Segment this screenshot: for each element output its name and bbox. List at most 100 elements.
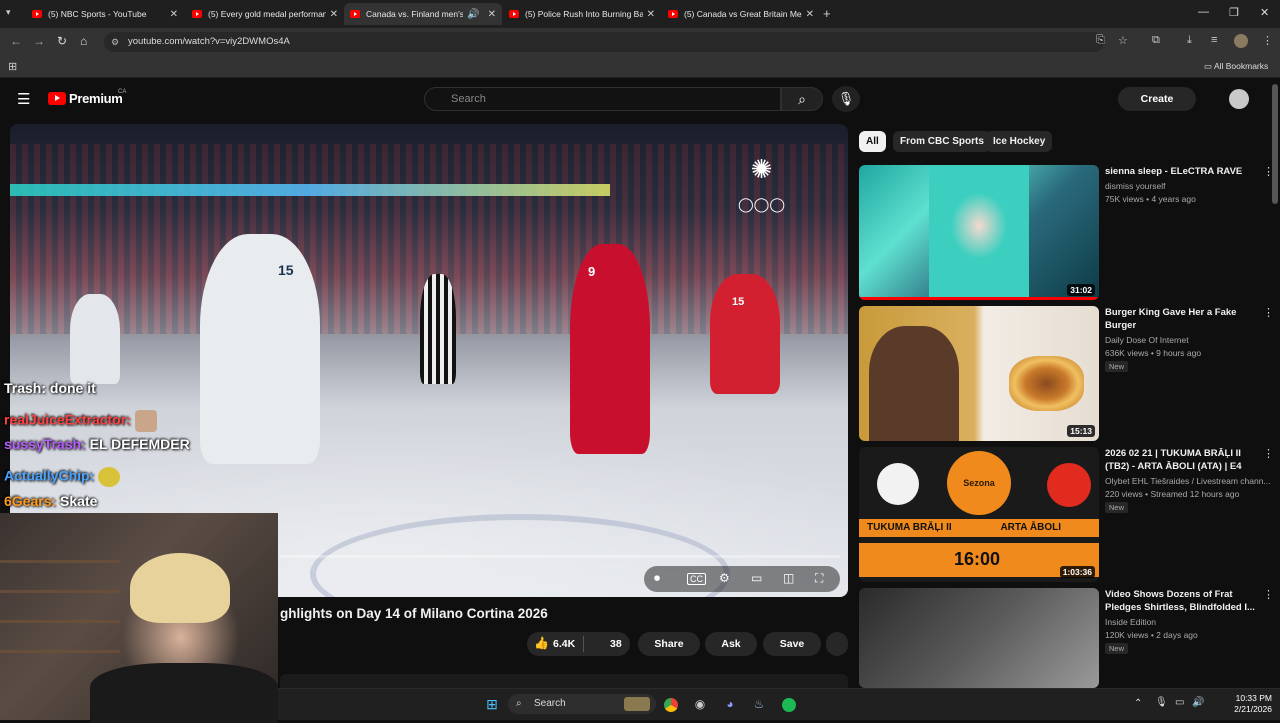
extensions-icon[interactable]: ⧉ <box>1152 34 1160 47</box>
captions-icon[interactable]: CC <box>687 573 706 585</box>
media-control-icon[interactable]: ≡ <box>1211 34 1217 46</box>
reload-icon[interactable]: ↻ <box>57 34 67 48</box>
apps-grid-icon[interactable]: ⊞ <box>8 60 17 73</box>
chat-message: realJuiceExtractor: <box>4 410 157 432</box>
chip-ice-hockey[interactable]: Ice Hockey <box>986 131 1053 152</box>
dislike-count[interactable]: 38 <box>610 638 622 650</box>
network-icon[interactable]: ▭ <box>1175 697 1184 708</box>
tray-chevron-icon[interactable]: ⌃ <box>1134 698 1142 709</box>
windows-start-icon[interactable]: ⊞ <box>482 694 502 714</box>
discord-icon[interactable]: ◕ <box>720 694 740 714</box>
all-bookmarks[interactable]: ▭ All Bookmarks <box>1204 61 1268 72</box>
cast-icon[interactable]: ◫ <box>783 571 794 585</box>
rec-title[interactable]: 2026 02 21 | TUKUMA BRĀĻI II (TB2) - ART… <box>1105 447 1265 473</box>
volume-icon[interactable]: 🔊 <box>1192 697 1204 708</box>
video-progress-bar[interactable] <box>280 555 840 558</box>
url-field[interactable]: ⚙ youtube.com/watch?v=viy2DWMOs4A <box>104 32 1104 52</box>
bookmark-star-icon[interactable]: ☆ <box>1118 34 1128 47</box>
site-info-icon[interactable]: ⚙ <box>111 32 119 52</box>
menu-kebab-icon[interactable]: ⋮ <box>1262 34 1273 47</box>
rec-channel[interactable]: Olybet EHL Tiešraides / Livestream chann… <box>1105 475 1275 487</box>
voice-search-mic-icon[interactable]: 🎙 <box>832 86 860 112</box>
search-input[interactable]: Search <box>424 87 781 111</box>
chat-message: sussyTrash: EL DEFEMDER <box>4 436 190 452</box>
more-actions-button[interactable] <box>826 632 848 656</box>
rec-meta: 75K views • 4 years ago <box>1105 194 1196 204</box>
chat-message: 6Gears: Skate <box>4 493 98 509</box>
miniplayer-icon[interactable]: ▭ <box>751 571 762 585</box>
rec-channel[interactable]: Daily Dose Of Internet <box>1105 334 1275 346</box>
ask-button[interactable]: Ask <box>705 632 757 656</box>
close-icon[interactable]: ✕ <box>170 9 178 20</box>
close-icon[interactable]: ✕ <box>647 9 655 20</box>
description-box[interactable] <box>280 674 848 688</box>
youtube-logo-icon[interactable] <box>48 92 66 105</box>
player-canada-9: 9 <box>570 244 650 454</box>
search-button[interactable]: ⌕ <box>781 87 823 111</box>
rec-more-icon[interactable]: ⋮ <box>1263 588 1274 601</box>
close-icon[interactable]: ✕ <box>330 9 338 20</box>
rec-thumbnail[interactable]: 31:02 <box>859 165 1099 300</box>
rec-meta: 220 views • Streamed 12 hours ago <box>1105 489 1240 499</box>
player-finland-15: 15 <box>200 234 320 464</box>
install-app-icon[interactable]: ⎘ <box>1096 34 1105 47</box>
share-button[interactable]: Share <box>638 632 700 656</box>
rec-more-icon[interactable]: ⋮ <box>1263 306 1274 319</box>
tab-4[interactable]: (5) Police Rush Into Burning Ba ✕ <box>503 3 661 25</box>
autoplay-toggle-icon[interactable]: ⏺ <box>654 571 660 586</box>
chip-all[interactable]: All <box>859 131 886 152</box>
rec-thumbnail[interactable] <box>859 588 1099 688</box>
save-button[interactable]: Save <box>763 632 821 656</box>
taskbar-clock[interactable]: 10:33 PM 2/21/2026 <box>1212 693 1272 715</box>
rec-more-icon[interactable]: ⋮ <box>1263 447 1274 460</box>
emote-face-icon <box>134 410 157 432</box>
chat-message: ActuallyChip: <box>4 467 121 487</box>
rec-thumbnail[interactable]: Sezona TUKUMA BRĀĻI II ARTA ĀBOLI 16:00 1… <box>859 447 1099 582</box>
team-crest-icon <box>877 463 919 505</box>
tab-5[interactable]: (5) Canada vs Great Britain Men ✕ <box>662 3 820 25</box>
window-close-icon[interactable]: ✕ <box>1260 6 1269 19</box>
download-icon[interactable]: ⤓ <box>1187 34 1192 47</box>
rec-channel[interactable]: dismiss yourself <box>1105 180 1275 192</box>
minimize-icon[interactable]: — <box>1198 6 1209 18</box>
youtube-favicon-icon <box>32 10 42 18</box>
forward-icon[interactable]: → <box>33 34 45 48</box>
fullscreen-icon[interactable]: ⛶ <box>815 571 823 586</box>
chrome-icon[interactable] <box>661 694 681 714</box>
maximize-icon[interactable]: ❐ <box>1229 6 1239 19</box>
rec-channel[interactable]: Inside Edition <box>1105 616 1275 628</box>
create-button[interactable]: Create <box>1118 87 1196 111</box>
anime-artwork <box>929 165 1029 300</box>
account-avatar[interactable] <box>1229 89 1249 109</box>
tab-1[interactable]: (5) NBC Sports - YouTube ✕ <box>26 3 184 25</box>
tab-3-active[interactable]: Canada vs. Finland men's h 🔊 ✕ <box>344 3 502 25</box>
taskbar-search[interactable]: ⌕ Search <box>508 694 656 714</box>
rec-title[interactable]: Burger King Gave Her a Fake Burger <box>1105 306 1265 332</box>
settings-gear-icon[interactable]: ⚙ <box>719 571 730 585</box>
hamburger-menu-icon[interactable]: ☰ <box>17 90 30 108</box>
close-icon[interactable]: ✕ <box>488 9 496 20</box>
tab-2[interactable]: (5) Every gold medal performance ✕ <box>186 3 344 25</box>
spotify-icon[interactable] <box>779 694 799 714</box>
rec-title[interactable]: Video Shows Dozens of Frat Pledges Shirt… <box>1105 588 1265 614</box>
mic-tray-icon[interactable]: 🎙 <box>1155 697 1168 708</box>
audio-icon[interactable]: 🔊 <box>467 9 479 20</box>
youtube-premium-wordmark[interactable]: Premium <box>69 91 123 106</box>
home-icon[interactable]: ⌂ <box>80 34 87 48</box>
like-count[interactable]: 6.4K <box>553 638 575 650</box>
close-icon[interactable]: ✕ <box>806 9 814 20</box>
like-icon[interactable]: 👍 <box>534 636 549 650</box>
page-scrollbar[interactable] <box>1272 84 1278 204</box>
rec-thumbnail[interactable]: 15:13 <box>859 306 1099 441</box>
region-code: CA <box>118 89 127 95</box>
new-tab-icon[interactable]: + <box>823 6 831 21</box>
rec-meta: 120K views • 2 days ago <box>1105 630 1198 640</box>
steam-icon[interactable]: ♨ <box>749 694 769 714</box>
chip-from-cbc-sports[interactable]: From CBC Sports <box>893 131 991 152</box>
tab-search-icon[interactable]: ▾ <box>6 7 11 18</box>
obs-icon[interactable]: ◉ <box>690 694 710 714</box>
back-icon[interactable]: ← <box>10 34 22 48</box>
rec-title[interactable]: sienna sleep - ELeCTRA RAVE <box>1105 165 1265 178</box>
profile-avatar-icon[interactable] <box>1234 34 1248 48</box>
new-badge: New <box>1105 361 1129 372</box>
